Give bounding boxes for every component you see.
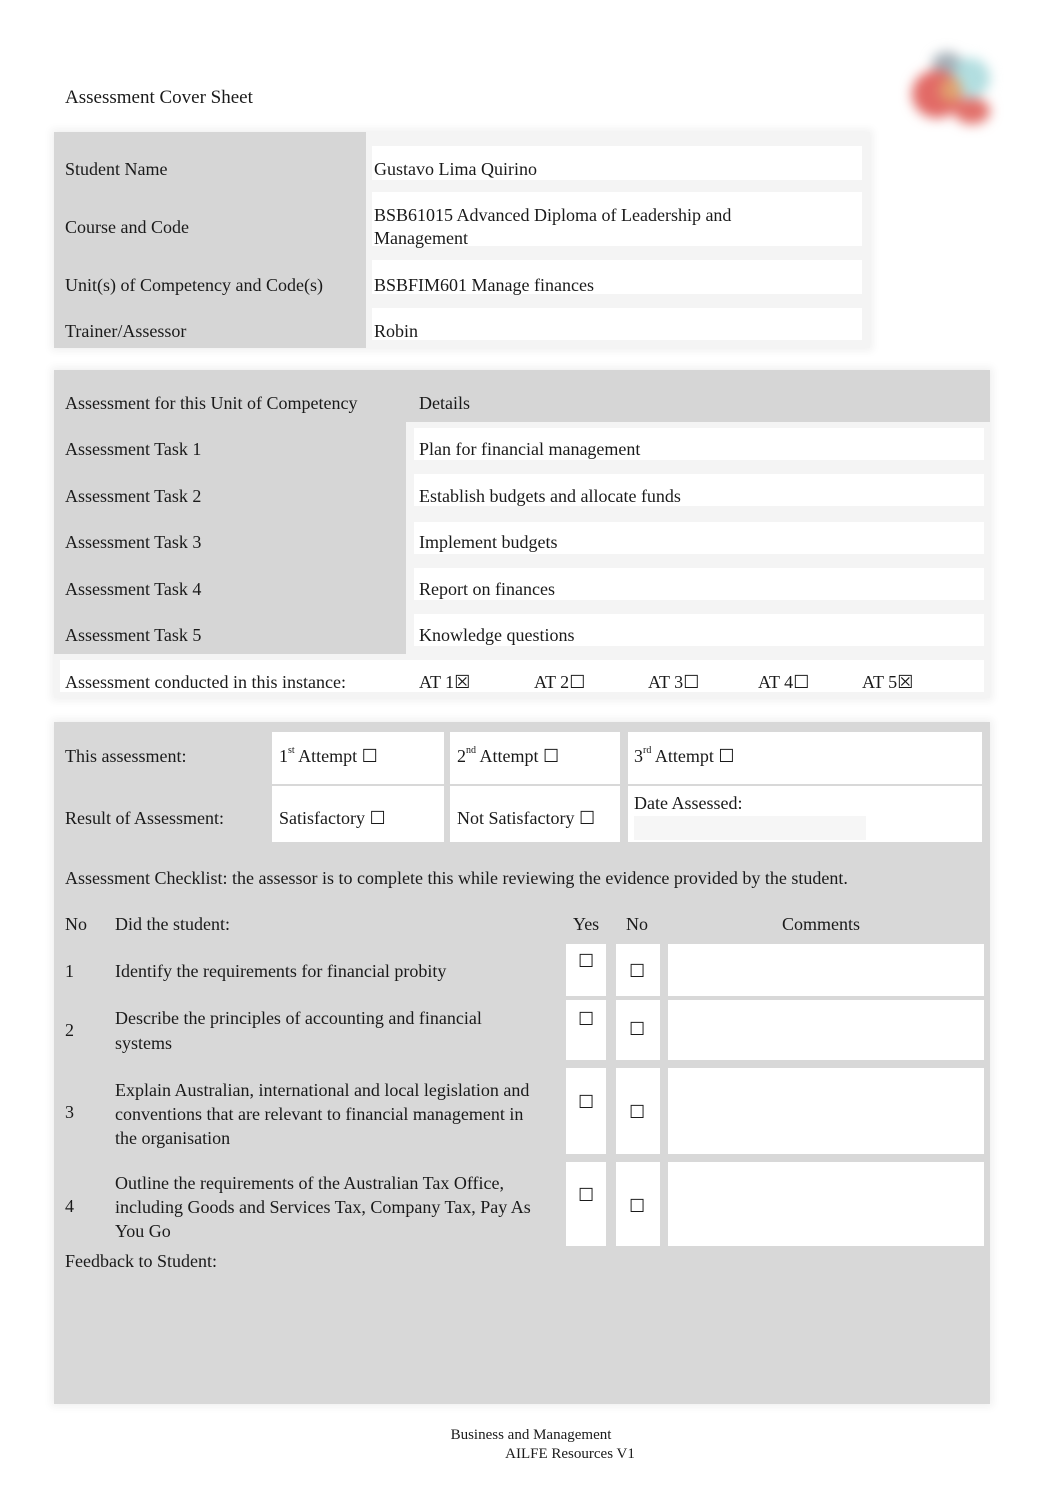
tasks-header-right: Details [419, 393, 470, 413]
comment-field[interactable] [668, 1162, 984, 1246]
result-label: Result of Assessment: [65, 808, 225, 828]
yes-checkbox[interactable]: ☐ [578, 1008, 594, 1031]
student-name-value[interactable]: Gustavo Lima Quirino [374, 158, 537, 181]
course-code-label: Course and Code [65, 217, 189, 237]
task-detail: Plan for financial management [419, 439, 641, 459]
no-checkbox[interactable]: ☐ [629, 960, 645, 983]
row-number: 1 [65, 961, 74, 981]
tasks-header-left: Assessment for this Unit of Competency [65, 393, 358, 413]
attempt-number: 3 [634, 746, 643, 766]
satisfactory-text: Satisfactory [279, 808, 370, 828]
row-number: 4 [65, 1196, 74, 1216]
assessor-value[interactable]: Robin [374, 320, 418, 343]
no-checkbox[interactable]: ☐ [629, 1195, 645, 1218]
instance-label-text: AT 2 [534, 672, 570, 692]
attempt-label: This assessment: [65, 746, 187, 766]
checkbox-icon[interactable]: ☐ [369, 808, 385, 828]
ordinal-suffix: rd [643, 745, 652, 756]
row-criterion: Describe the principles of accounting an… [115, 1008, 482, 1053]
attempt-text: Attempt [651, 746, 719, 766]
yes-checkbox[interactable]: ☐ [578, 1184, 594, 1207]
no-checkbox[interactable]: ☐ [629, 1101, 645, 1124]
checkbox-icon[interactable]: ☐ [543, 746, 559, 766]
no-checkbox[interactable]: ☐ [629, 1018, 645, 1041]
attempt-number: 2 [457, 746, 466, 766]
task-label: Assessment Task 2 [65, 486, 202, 506]
unit-value[interactable]: BSBFIM601 Manage finances [374, 274, 594, 297]
checkbox-icon[interactable]: ☐ [683, 671, 699, 694]
task-detail: Establish budgets and allocate funds [419, 486, 681, 506]
instance-checkbox-at2[interactable]: AT 2☐ [534, 671, 585, 694]
instance-label-text: AT 4 [758, 672, 794, 692]
task-label: Assessment Task 1 [65, 439, 202, 459]
row-criterion: Outline the requirements of the Australi… [115, 1173, 531, 1241]
checkbox-icon[interactable]: ☐ [362, 746, 378, 766]
satisfactory-checkbox[interactable]: Satisfactory ☐ [279, 807, 386, 830]
task-detail: Knowledge questions [419, 625, 575, 645]
checkbox-icon[interactable]: ☐ [579, 808, 595, 828]
checked-box-icon[interactable]: ☒ [897, 671, 913, 694]
instance-checkbox-at4[interactable]: AT 4☐ [758, 671, 809, 694]
task-label: Assessment Task 5 [65, 625, 202, 645]
ordinal-suffix: st [288, 745, 295, 756]
row-criterion: Explain Australian, international and lo… [115, 1080, 530, 1148]
not-satisfactory-checkbox[interactable]: Not Satisfactory ☐ [457, 807, 595, 830]
footer-line-1: Business and Management [450, 1427, 612, 1443]
checked-box-icon[interactable]: ☒ [454, 671, 470, 694]
checkbox-icon[interactable]: ☐ [718, 746, 734, 766]
checklist-header-yes: Yes [573, 914, 600, 934]
instance-checkbox-at1[interactable]: AT 1☒ [419, 671, 470, 694]
not-satisfactory-text: Not Satisfactory [457, 808, 579, 828]
yes-checkbox[interactable]: ☐ [578, 1091, 594, 1114]
feedback-field[interactable] [60, 1276, 984, 1396]
attempt-1-checkbox[interactable]: 1st Attempt ☐ [279, 745, 378, 768]
instance-label: Assessment conducted in this instance: [65, 672, 346, 692]
ordinal-suffix: nd [466, 745, 476, 756]
course-code-value[interactable]: BSB61015 Advanced Diploma of Leadership … [374, 204, 814, 250]
student-name-label: Student Name [65, 159, 168, 179]
institution-logo [892, 48, 998, 128]
comment-field[interactable] [668, 1000, 984, 1060]
checkbox-icon[interactable]: ☐ [569, 671, 585, 694]
instance-label-text: AT 1 [419, 672, 455, 692]
instance-checkbox-at3[interactable]: AT 3☐ [648, 671, 699, 694]
unit-label: Unit(s) of Competency and Code(s) [65, 275, 323, 295]
attempt-3-checkbox[interactable]: 3rd Attempt ☐ [634, 745, 734, 768]
footer: Business and Management AILFE Resources … [0, 1426, 1062, 1464]
feedback-label: Feedback to Student: [65, 1251, 217, 1271]
date-assessed-field[interactable] [634, 816, 866, 840]
checklist-header-did: Did the student: [115, 914, 230, 934]
task-detail: Report on finances [419, 579, 555, 599]
row-number: 2 [65, 1020, 74, 1040]
page-title: Assessment Cover Sheet [65, 87, 253, 108]
footer-line-2: AILFE Resources V1 [505, 1446, 635, 1462]
instance-label-text: AT 3 [648, 672, 684, 692]
attempt-2-checkbox[interactable]: 2nd Attempt ☐ [457, 745, 559, 768]
task-label: Assessment Task 3 [65, 532, 202, 552]
row-criterion: Identify the requirements for financial … [115, 961, 447, 981]
yes-checkbox[interactable]: ☐ [578, 950, 594, 973]
instance-label-text: AT 5 [862, 672, 898, 692]
comment-field[interactable] [668, 1068, 984, 1154]
checklist-header-comments: Comments [782, 914, 861, 934]
comment-field[interactable] [668, 944, 984, 996]
attempt-text: Attempt [294, 746, 362, 766]
checklist-header-no2: No [626, 914, 648, 934]
task-detail: Implement budgets [419, 532, 558, 552]
attempt-text: Attempt [476, 746, 543, 766]
attempt-number: 1 [279, 746, 288, 766]
row-number: 3 [65, 1102, 74, 1122]
instance-checkbox-at5[interactable]: AT 5☒ [862, 671, 913, 694]
checklist-header-no: No [65, 914, 87, 934]
task-label: Assessment Task 4 [65, 579, 202, 599]
checkbox-icon[interactable]: ☐ [793, 671, 809, 694]
checklist-intro: Assessment Checklist: the assessor is to… [65, 868, 848, 888]
assessor-label: Trainer/Assessor [65, 321, 187, 341]
date-assessed-label: Date Assessed: [634, 793, 743, 813]
